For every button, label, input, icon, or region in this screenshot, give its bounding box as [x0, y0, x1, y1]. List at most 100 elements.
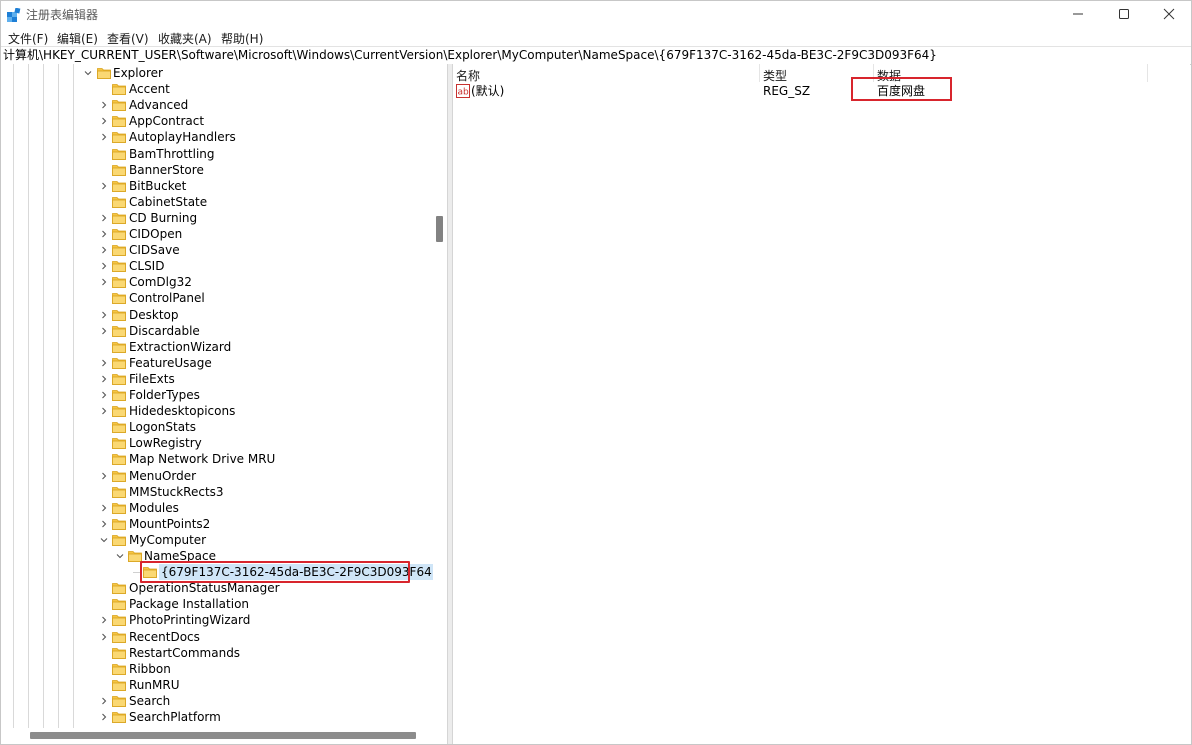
tree-node[interactable]: AutoplayHandlers	[0, 129, 433, 145]
tree-horizontal-scroll-thumb[interactable]	[30, 732, 416, 739]
chevron-right-icon[interactable]	[100, 713, 108, 721]
tree-node[interactable]: Discardable	[0, 323, 433, 339]
tree-node[interactable]: RunMRU	[0, 677, 433, 693]
chevron-right-icon[interactable]	[100, 101, 108, 109]
chevron-right-icon[interactable]	[100, 214, 108, 222]
tree-node[interactable]: Package Installation	[0, 596, 433, 612]
tree-node[interactable]: FolderTypes	[0, 387, 433, 403]
tree-node[interactable]: ControlPanel	[0, 290, 433, 306]
tree-node[interactable]: Hidedesktopicons	[0, 403, 433, 419]
value-row[interactable]: ab (默认) REG_SZ 百度网盘	[453, 82, 1190, 100]
tree-node-label: OperationStatusManager	[129, 581, 280, 596]
tree-node[interactable]: RestartCommands	[0, 645, 433, 661]
chevron-right-icon[interactable]	[100, 230, 108, 238]
tree-node[interactable]: LogonStats	[0, 419, 433, 435]
chevron-right-icon[interactable]	[100, 633, 108, 641]
tree-node-label: MMStuckRects3	[129, 484, 224, 499]
tree-node[interactable]: CabinetState	[0, 194, 433, 210]
tree-node[interactable]: MMStuckRects3	[0, 484, 433, 500]
tree-node[interactable]: BamThrottling	[0, 146, 433, 162]
tree-node[interactable]: Ribbon	[0, 661, 433, 677]
chevron-right-icon[interactable]	[100, 504, 108, 512]
tree-node[interactable]: BannerStore	[0, 162, 433, 178]
tree-node[interactable]: ExtractionWizard	[0, 339, 433, 355]
chevron-right-icon[interactable]	[100, 246, 108, 254]
tree-node[interactable]: OperationStatusManager	[0, 580, 433, 596]
tree-node[interactable]: CIDOpen	[0, 226, 433, 242]
tree-node[interactable]: MountPoints2	[0, 516, 433, 532]
chevron-right-icon[interactable]	[100, 391, 108, 399]
chevron-right-icon[interactable]	[100, 262, 108, 270]
column-separator[interactable]	[759, 64, 760, 82]
tree-node[interactable]: CD Burning	[0, 210, 433, 226]
chevron-right-icon[interactable]	[100, 407, 108, 415]
tree-node-label: MenuOrder	[129, 468, 197, 483]
tree-node-label: Modules	[129, 500, 179, 515]
tree-node[interactable]: CIDSave	[0, 242, 433, 258]
folder-icon	[112, 100, 126, 112]
tree-node[interactable]: Accent	[0, 81, 433, 97]
chevron-right-icon[interactable]	[100, 616, 108, 624]
chevron-right-icon[interactable]	[100, 375, 108, 383]
tree-node-label: Explorer	[113, 66, 163, 80]
chevron-right-icon[interactable]	[100, 182, 108, 190]
tree-node[interactable]: MenuOrder	[0, 468, 433, 484]
tree-node[interactable]: MyComputer	[0, 532, 433, 548]
tree-node[interactable]: LowRegistry	[0, 435, 433, 451]
folder-icon	[112, 518, 126, 530]
tree-node-label: Ribbon	[129, 661, 171, 676]
menu-help[interactable]: 帮助(H)	[221, 30, 263, 47]
chevron-right-icon[interactable]	[100, 520, 108, 528]
menu-favorites[interactable]: 收藏夹(A)	[158, 30, 212, 47]
tree-node[interactable]: CLSID	[0, 258, 433, 274]
chevron-down-icon[interactable]	[100, 536, 108, 544]
chevron-right-icon[interactable]	[100, 133, 108, 141]
chevron-right-icon[interactable]	[100, 327, 108, 335]
close-button[interactable]	[1146, 0, 1192, 28]
chevron-right-icon[interactable]	[100, 311, 108, 319]
chevron-right-icon[interactable]	[100, 278, 108, 286]
window-title: 注册表编辑器	[26, 8, 99, 22]
tree-horizontal-scrollbar[interactable]	[0, 728, 447, 743]
folder-icon	[112, 390, 126, 401]
tree-node[interactable]: Desktop	[0, 307, 433, 323]
chevron-right-icon[interactable]	[100, 697, 108, 705]
menu-file[interactable]: 文件(F)	[8, 30, 48, 47]
tree-node[interactable]: SearchPlatform	[0, 709, 433, 725]
tree-node[interactable]: PhotoPrintingWizard	[0, 612, 433, 628]
value-list-pane[interactable]: 名称 类型 数据 ab (默认) REG_SZ 百度网盘	[453, 64, 1190, 744]
tree-node[interactable]: Advanced	[0, 97, 433, 113]
tree-node[interactable]: RecentDocs	[0, 629, 433, 645]
chevron-down-icon[interactable]	[116, 552, 124, 560]
tree-node-label: FeatureUsage	[129, 355, 212, 370]
folder-icon	[112, 454, 126, 466]
address-bar[interactable]: 计算机\HKEY_CURRENT_USER\Software\Microsoft…	[0, 46, 1192, 65]
tree-node[interactable]: Modules	[0, 500, 433, 516]
tree-node-selected[interactable]: {679F137C-3162-45da-BE3C-2F9C3D093F64}	[0, 561, 433, 584]
tree-node[interactable]: FeatureUsage	[0, 355, 433, 371]
chevron-down-icon[interactable]	[84, 69, 92, 77]
tree-node[interactable]: ComDlg32	[0, 274, 433, 290]
folder-icon	[112, 712, 126, 723]
chevron-right-icon[interactable]	[100, 472, 108, 480]
chevron-right-icon[interactable]	[100, 359, 108, 367]
tree-node[interactable]: AppContract	[0, 113, 433, 129]
tree-vertical-scrollbar[interactable]	[433, 64, 447, 728]
tree-node-label: AppContract	[129, 114, 205, 129]
menu-edit[interactable]: 编辑(E)	[57, 30, 98, 47]
tree-node[interactable]: Search	[0, 693, 433, 709]
menu-view[interactable]: 查看(V)	[107, 30, 149, 47]
folder-icon	[112, 615, 126, 627]
maximize-button[interactable]	[1101, 0, 1147, 28]
tree-vertical-scroll-thumb[interactable]	[436, 216, 443, 242]
tree-node[interactable]: Explorer	[0, 65, 433, 81]
folder-icon	[112, 438, 126, 450]
tree-node[interactable]: Map Network Drive MRU	[0, 451, 433, 467]
tree-node[interactable]: BitBucket	[0, 178, 433, 194]
registry-key-tree[interactable]: Explorer Accent Advanced AppContract Autopla…	[0, 64, 433, 728]
minimize-button[interactable]	[1055, 0, 1101, 28]
column-separator[interactable]	[1147, 64, 1148, 82]
tree-node[interactable]: FileExts	[0, 371, 433, 387]
chevron-right-icon[interactable]	[100, 117, 108, 125]
folder-icon	[112, 679, 126, 691]
